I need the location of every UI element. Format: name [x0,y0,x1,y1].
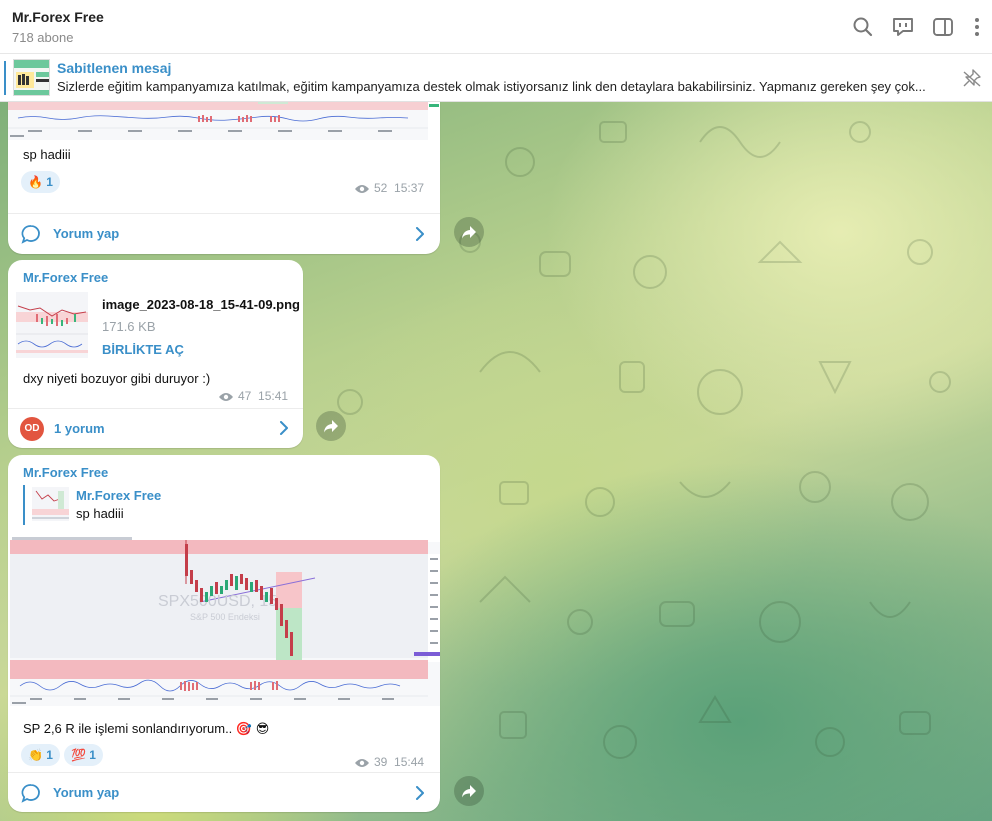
comment-label: Yorum yap [53,226,120,241]
file-size: 171.6 KB [102,319,156,334]
message-sender[interactable]: Mr.Forex Free [23,465,108,480]
share-button[interactable] [316,411,346,441]
share-button[interactable] [454,776,484,806]
pinned-title: Sabitlenen mesaj [57,60,172,76]
chat-header: Mr.Forex Free 718 abone [0,0,992,54]
chart-watermark-symbol: SPX500USD, 15 [158,593,277,610]
pinned-thumbnail [13,59,50,96]
share-arrow-icon [462,785,476,798]
message-bubble[interactable]: Mr.Forex Free Mr.Forex Free sp hadiii SP… [8,455,440,812]
reply-text: sp hadiii [76,506,124,521]
views-icon [219,392,233,401]
reply-accent-line [23,485,25,525]
open-with-button[interactable]: BİRLİKTE AÇ [102,342,184,357]
message-meta: 47 15:41 [218,389,288,403]
unpin-icon[interactable] [962,68,982,88]
commenter-initials: OD [24,423,40,434]
chevron-right-icon [416,786,424,800]
message-sender[interactable]: Mr.Forex Free [23,270,108,285]
reply-preview[interactable]: Mr.Forex Free sp hadiii [23,485,423,525]
chart-image[interactable] [8,102,440,140]
reaction-emoji: 🔥 [28,175,43,189]
share-arrow-icon [462,226,476,239]
chat-area[interactable]: sp hadiii 🔥 1 52 15:37 Yorum yap Mr.Fore… [0,102,992,821]
comment-icon [21,784,40,803]
chart-watermark-name: S&P 500 Endeksi [190,612,260,622]
comment-bar[interactable]: Yorum yap [8,214,440,254]
views-icon [355,758,369,767]
reaction-chip[interactable]: 👏 1 [21,744,60,766]
file-thumbnail[interactable] [16,292,88,358]
pinned-message-bar[interactable]: Sabitlenen mesaj Sizlerde eğitim kampany… [0,54,992,102]
reaction-chip[interactable]: 💯 1 [64,744,103,766]
comment-bar[interactable]: OD 1 yorum [8,409,303,448]
message-time: 15:37 [394,181,425,195]
view-count: 39 [374,755,388,769]
chevron-right-icon [416,227,424,241]
sidebar-toggle-icon[interactable] [930,14,956,40]
message-bubble[interactable]: sp hadiii 🔥 1 52 15:37 Yorum yap [8,102,440,254]
reaction-count: 1 [46,748,53,762]
search-icon[interactable] [850,14,876,40]
pinned-accent-line [4,61,6,95]
message-text: sp hadiii [23,147,71,162]
comment-icon [21,225,40,244]
reply-sender: Mr.Forex Free [76,488,162,503]
comment-label: 1 yorum [54,421,105,436]
chevron-right-icon [280,421,288,435]
reaction-emoji: 👏 [28,748,43,762]
message-meta: 39 15:44 [354,755,424,769]
message-meta: 52 15:37 [354,181,424,195]
discussion-icon[interactable] [890,14,916,40]
subscriber-count: 718 abone [12,30,74,45]
reaction-count: 1 [89,748,96,762]
views-icon [355,184,369,193]
message-time: 15:44 [394,755,425,769]
more-vertical-icon[interactable] [964,14,990,40]
share-button[interactable] [454,217,484,247]
reply-thumbnail [32,487,69,521]
channel-name[interactable]: Mr.Forex Free [12,9,104,25]
view-count: 52 [374,181,388,195]
pinned-text: Sizlerde eğitim kampanyamıza katılmak, e… [57,79,926,94]
commenter-avatar: OD [20,417,44,441]
share-arrow-icon [324,420,338,433]
reaction-count: 1 [46,175,53,189]
message-time: 15:41 [258,389,289,403]
reaction-emoji: 💯 [71,748,86,762]
message-text: dxy niyeti bozuyor gibi duruyor :) [23,371,211,386]
chart-image[interactable]: SPX500USD, 15 S&P 500 Endeksi [10,536,440,706]
file-name[interactable]: image_2023-08-18_15-41-09.png [102,297,300,312]
view-count: 47 [238,389,252,403]
reaction-chip[interactable]: 🔥 1 [21,171,60,193]
comment-bar[interactable]: Yorum yap [8,773,440,812]
message-text: SP 2,6 R ile işlemi sonlandırıyorum.. 🎯 … [23,721,270,736]
message-bubble[interactable]: Mr.Forex Free image_2023-08-18_15-41-09.… [8,260,303,448]
comment-label: Yorum yap [53,785,120,800]
